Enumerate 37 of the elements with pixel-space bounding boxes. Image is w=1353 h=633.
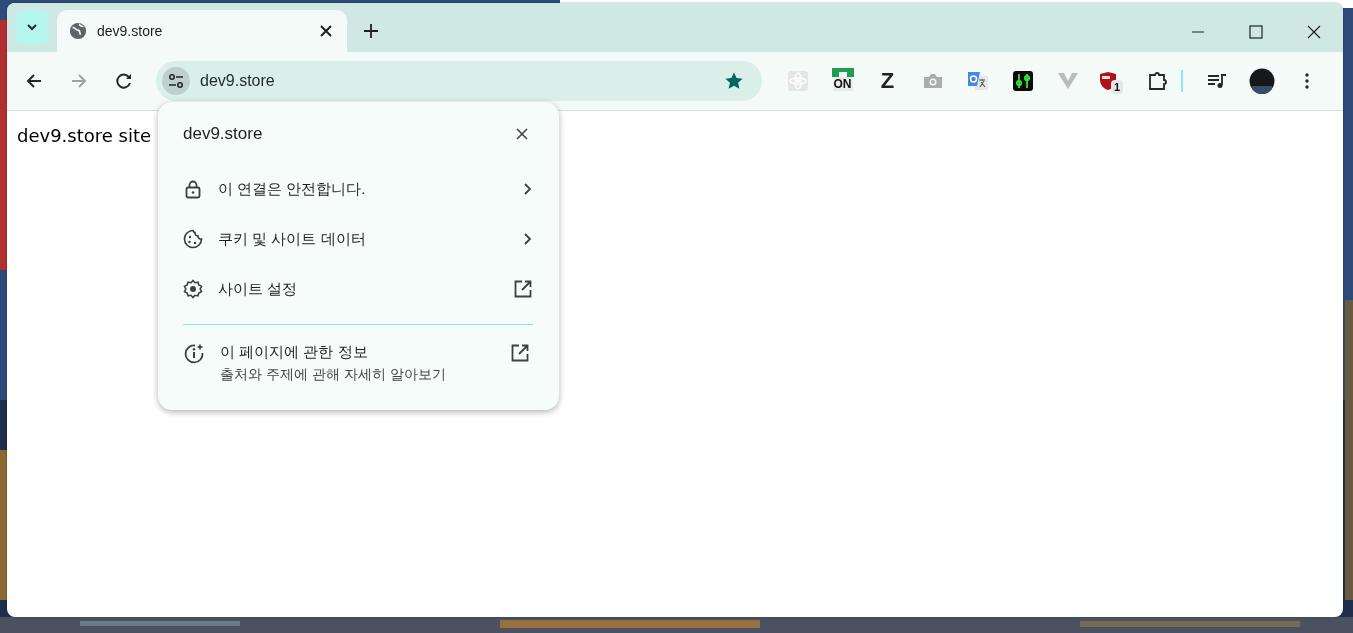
popup-menu-item[interactable]: 이 연결은 안전합니다. <box>183 164 533 214</box>
popup-menu-item[interactable]: 사이트 설정 <box>183 264 533 314</box>
letter-extension-icon[interactable]: Z <box>874 66 901 96</box>
menu-item-label: 이 연결은 안전합니다. <box>218 179 367 199</box>
lock-icon <box>183 179 203 199</box>
address-bar[interactable]: dev9.store <box>156 61 762 101</box>
settings-icon <box>183 279 203 299</box>
menu-item-label: 사이트 설정 <box>218 279 299 299</box>
tab-title: dev9.store <box>97 23 164 39</box>
menu-item-description: 출처와 주제에 관해 자세히 알아보기 <box>220 366 447 384</box>
menu-item-label: 이 페이지에 관한 정보 <box>220 343 369 362</box>
popup-menu-item[interactable]: 이 페이지에 관한 정보 출처와 주제에 관해 자세히 알아보기 <box>183 343 533 384</box>
count-badge: 1 <box>1111 80 1124 94</box>
browser-tab[interactable]: dev9.store <box>57 10 347 52</box>
popup-menu-item[interactable]: 쿠키 및 사이트 데이터 <box>183 214 533 264</box>
back-icon[interactable] <box>25 72 43 90</box>
menu-item-label: 쿠키 및 사이트 데이터 <box>218 229 367 249</box>
close-icon[interactable] <box>515 127 529 141</box>
cookie-icon <box>183 229 203 249</box>
avatar[interactable] <box>1248 66 1275 96</box>
reload-icon[interactable] <box>115 72 133 90</box>
globe-icon <box>69 22 87 40</box>
site-info-button[interactable] <box>162 67 190 95</box>
close-icon[interactable] <box>1307 25 1321 39</box>
popup-title: dev9.store <box>183 124 263 144</box>
close-icon[interactable] <box>319 24 333 38</box>
star-icon[interactable] <box>724 71 744 91</box>
chevron-right-icon <box>521 232 533 246</box>
page-text: dev9.store site <box>17 125 152 146</box>
url-text: dev9.store <box>200 72 276 90</box>
external-link-icon <box>513 279 533 299</box>
maximize-icon[interactable] <box>1249 25 1263 39</box>
new-tab-icon[interactable] <box>363 23 379 39</box>
external-link-icon <box>510 343 530 363</box>
info-sparkle-icon <box>183 343 205 365</box>
chevron-right-icon <box>521 182 533 196</box>
tune-icon <box>168 73 184 89</box>
